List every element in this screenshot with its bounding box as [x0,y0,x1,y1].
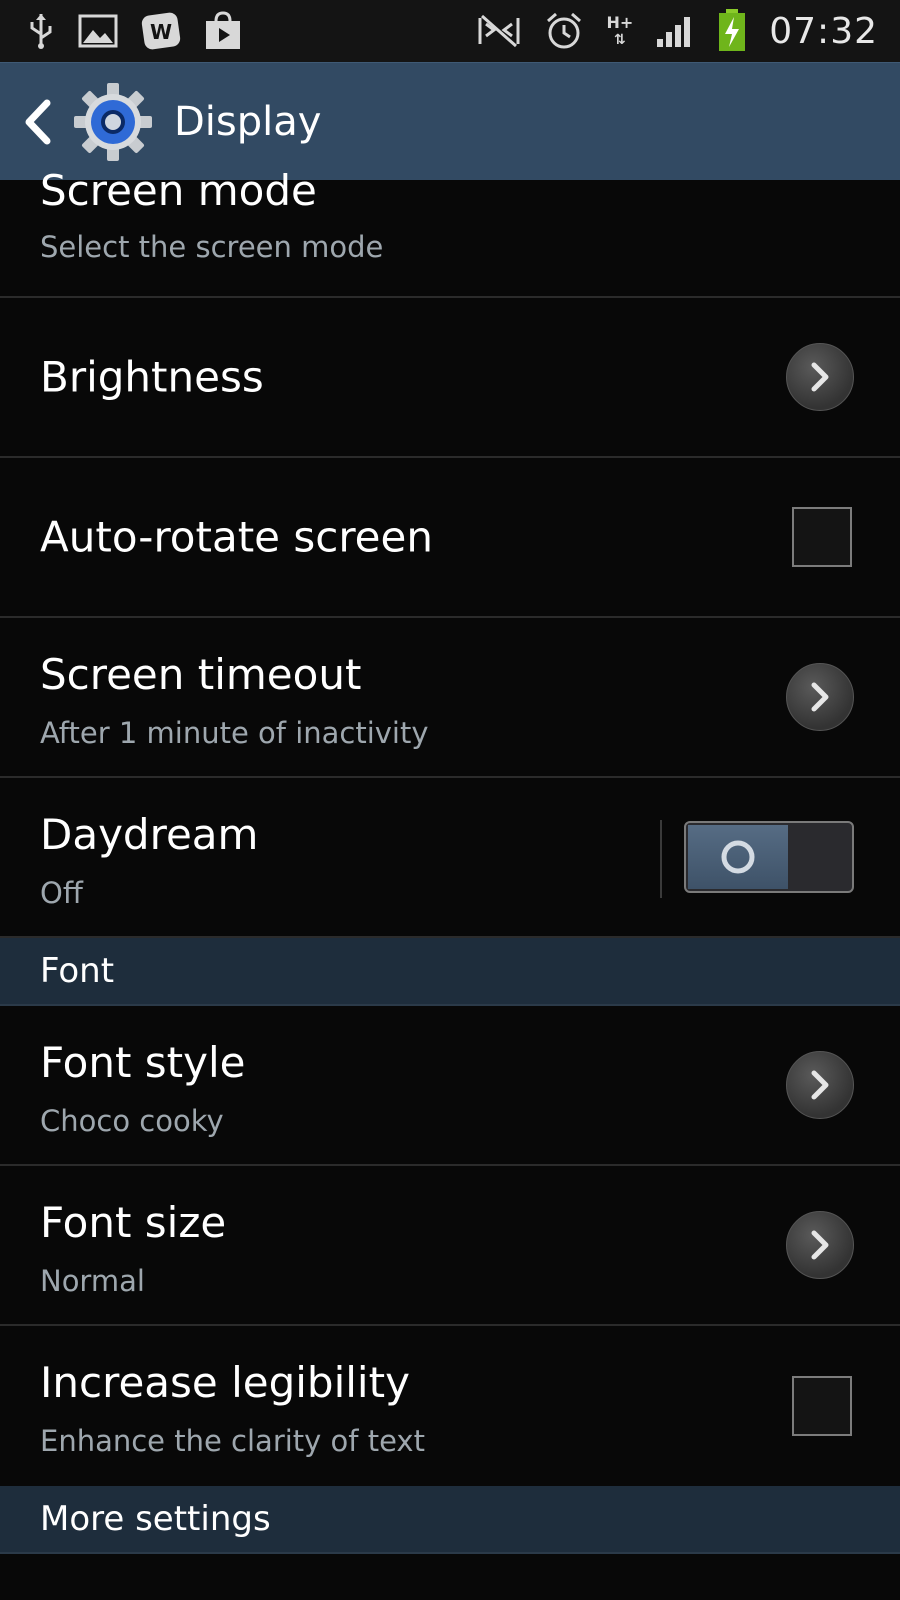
w-app-icon: W [140,11,182,51]
network-arrows: ⇅ [613,32,626,48]
chevron-right-icon[interactable] [786,1211,854,1279]
chevron-right-icon[interactable] [786,343,854,411]
action-bar: Display [0,62,900,180]
setting-subtitle: Enhance the clarity of text [40,1424,425,1458]
setting-daydream[interactable]: Daydream Off [0,778,900,938]
setting-brightness[interactable]: Brightness [0,298,900,458]
setting-subtitle: Normal [40,1264,145,1298]
auto-rotate-checkbox[interactable] [792,507,852,567]
chevron-right-icon[interactable] [786,1051,854,1119]
nfc-mute-icon [476,14,522,48]
setting-title: Increase legibility [40,1358,410,1407]
battery-charging-icon [717,9,747,53]
setting-title: Font size [40,1198,227,1247]
section-header-more-settings: More settings [0,1486,900,1554]
setting-title: Daydream [40,810,259,859]
svg-text:W: W [150,20,172,44]
setting-screen-timeout[interactable]: Screen timeout After 1 minute of inactiv… [0,618,900,778]
settings-gear-icon[interactable] [72,81,154,163]
chevron-right-icon[interactable] [786,663,854,731]
settings-list: Screen mode Select the screen mode Brigh… [0,166,900,1554]
setting-subtitle: Choco cooky [40,1104,224,1138]
chevron-left-icon [25,99,51,144]
setting-title: Screen timeout [40,650,362,699]
status-bar: W H+ ⇅ 07:32 [0,0,900,62]
section-header-font: Font [0,938,900,1006]
setting-title: Auto-rotate screen [40,512,433,562]
network-hplus-icon: H+ ⇅ [606,13,634,48]
daydream-toggle[interactable] [684,821,854,893]
play-store-icon [204,11,242,51]
network-label: H+ [606,13,634,32]
setting-subtitle: Select the screen mode [40,230,384,264]
picture-icon [78,14,118,48]
setting-subtitle: After 1 minute of inactivity [40,716,429,750]
setting-title: Brightness [40,352,264,402]
toggle-off-circle-icon [721,840,755,874]
setting-subtitle: Off [40,876,83,910]
setting-auto-rotate[interactable]: Auto-rotate screen [0,458,900,618]
back-button[interactable] [20,92,56,152]
usb-icon [26,12,56,50]
clock-time: 07:32 [769,10,878,52]
page-title: Display [174,98,322,145]
setting-title: Screen mode [40,166,317,215]
setting-font-style[interactable]: Font style Choco cooky [0,1006,900,1166]
alarm-icon [544,11,584,51]
increase-legibility-checkbox[interactable] [792,1376,852,1436]
setting-font-size[interactable]: Font size Normal [0,1166,900,1326]
toggle-knob[interactable] [688,825,788,889]
setting-increase-legibility[interactable]: Increase legibility Enhance the clarity … [0,1326,900,1486]
divider [660,820,662,898]
signal-icon [655,13,695,49]
setting-screen-mode[interactable]: Screen mode Select the screen mode [0,166,900,298]
setting-title: Font style [40,1038,246,1087]
